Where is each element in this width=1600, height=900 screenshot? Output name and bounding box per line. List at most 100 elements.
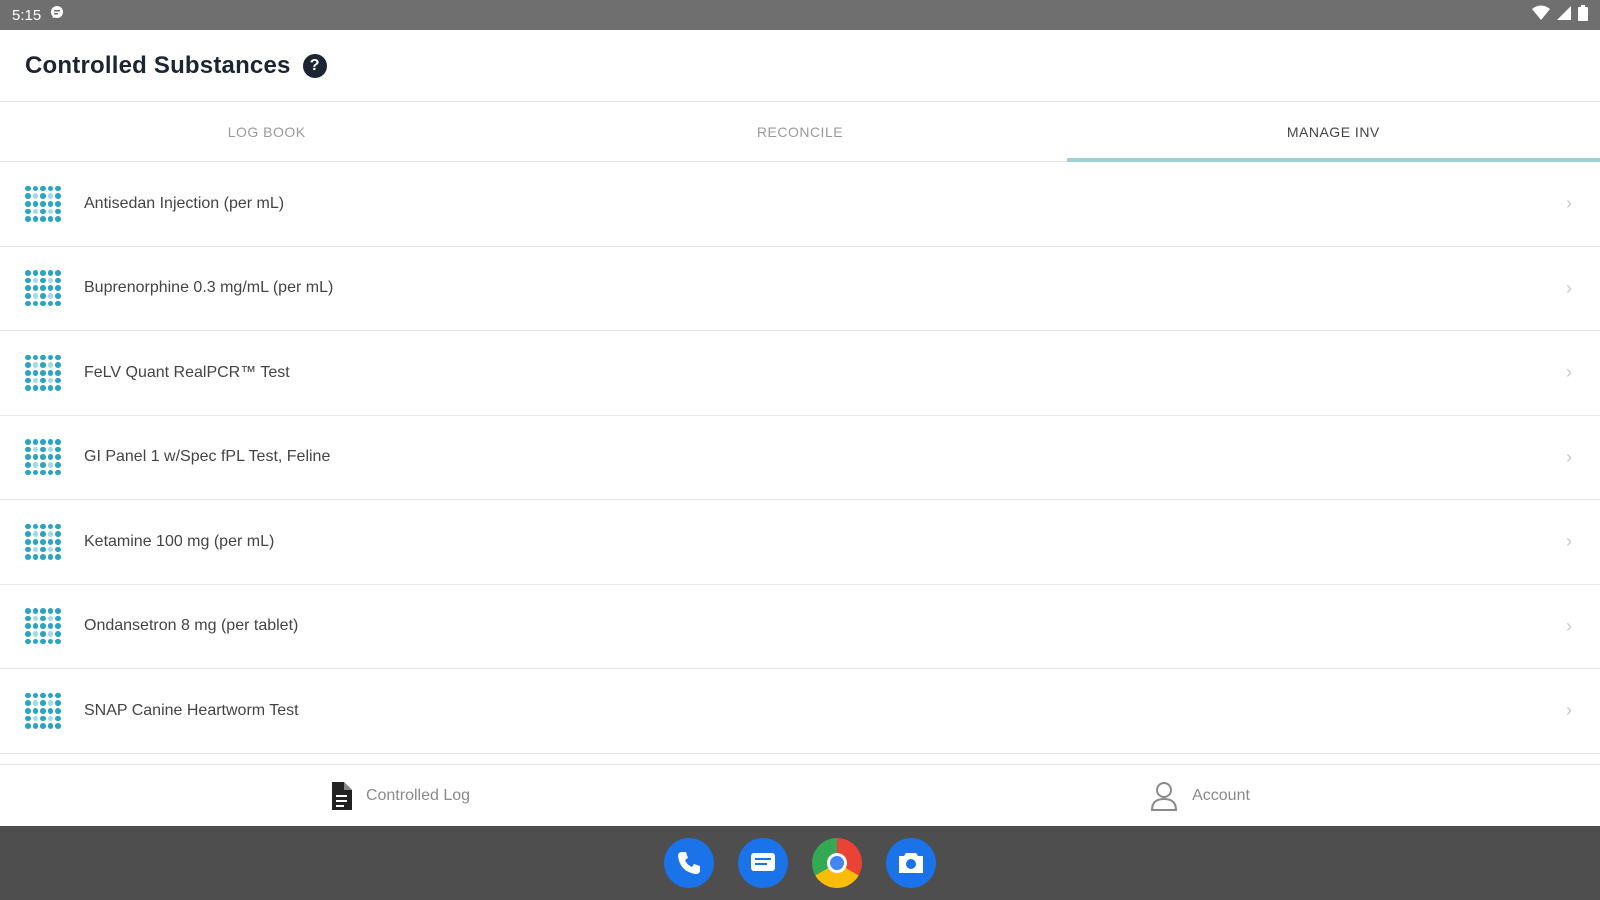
grid-dot: [55, 208, 61, 215]
grid-dot: [25, 193, 31, 199]
grid-dot: [25, 615, 31, 622]
system-dock: [0, 826, 1600, 900]
grid-dot: [47, 369, 54, 376]
grid-dot: [55, 185, 61, 192]
grid-dot: [40, 216, 46, 222]
tab-bar: LOG BOOK RECONCILE MANAGE INV: [0, 102, 1600, 162]
grid-dot: [25, 546, 31, 553]
item-label: Ondansetron 8 mg (per tablet): [84, 617, 299, 635]
list-item[interactable]: Ondansetron 8 mg (per tablet) ›: [0, 585, 1600, 669]
list-item[interactable]: FeLV Quant RealPCR™ Test ›: [0, 331, 1600, 416]
chrome-icon[interactable]: [812, 838, 862, 888]
grid-dot: [25, 715, 31, 722]
grid-dot: [32, 462, 39, 468]
chevron-right-icon: ›: [1566, 446, 1572, 467]
list-item[interactable]: GI Panel 1 w/Spec fPL Test, Feline ›: [0, 416, 1600, 500]
list-item[interactable]: Ketamine 100 mg (per mL) ›: [0, 500, 1600, 585]
item-label: Buprenorphine 0.3 mg/mL (per mL): [84, 279, 334, 297]
grid-dot: [40, 285, 46, 292]
grid-dot: [25, 354, 31, 361]
app-header: Controlled Substances ?: [0, 30, 1600, 102]
grid-dot: [47, 193, 54, 199]
phone-icon[interactable]: [664, 838, 714, 888]
chevron-right-icon: ›: [1566, 615, 1572, 636]
grid-dot: [40, 193, 46, 199]
grid-dot: [55, 293, 61, 299]
grid-dot: [47, 446, 54, 453]
chevron-right-icon: ›: [1566, 277, 1572, 298]
product-grid-icon: [25, 692, 61, 729]
grid-dot: [25, 293, 31, 299]
chevron-right-icon: ›: [1566, 193, 1572, 214]
page-title: Controlled Substances: [25, 51, 291, 79]
grid-dot: [40, 700, 46, 706]
grid-dot: [55, 439, 61, 445]
grid-dot: [47, 208, 54, 215]
grid-dot: [47, 723, 54, 729]
grid-dot: [55, 692, 61, 699]
grid-dot: [47, 700, 54, 706]
item-label: FeLV Quant RealPCR™ Test: [84, 363, 290, 381]
grid-dot: [47, 200, 54, 207]
grid-dot: [55, 216, 61, 222]
grid-dot: [25, 277, 31, 284]
product-grid-icon: [25, 185, 61, 222]
grid-dot: [32, 469, 39, 476]
product-grid-icon: [25, 608, 61, 645]
grid-dot: [32, 538, 39, 545]
grid-dot: [25, 523, 31, 530]
grid-dot: [40, 446, 46, 453]
grid-dot: [40, 538, 46, 545]
grid-dot: [47, 462, 54, 468]
grid-dot: [55, 193, 61, 199]
battery-icon: [1578, 5, 1588, 25]
grid-dot: [40, 523, 46, 530]
grid-dot: [47, 538, 54, 545]
wifi-icon: [1532, 5, 1550, 25]
grid-dot: [47, 623, 54, 630]
grid-dot: [32, 608, 39, 614]
grid-dot: [40, 385, 46, 391]
camera-icon[interactable]: [886, 838, 936, 888]
grid-dot: [32, 208, 39, 215]
nav-account[interactable]: Account: [800, 765, 1600, 826]
tab-reconcile[interactable]: RECONCILE: [533, 102, 1066, 161]
grid-dot: [25, 462, 31, 468]
tab-log-book[interactable]: LOG BOOK: [0, 102, 533, 161]
grid-dot: [40, 185, 46, 192]
grid-dot: [25, 185, 31, 192]
grid-dot: [25, 377, 31, 384]
grid-dot: [55, 446, 61, 453]
grid-dot: [55, 362, 61, 368]
message-notification-icon: [49, 5, 65, 25]
grid-dot: [32, 554, 39, 560]
grid-dot: [55, 369, 61, 376]
grid-dot: [40, 546, 46, 553]
grid-dot: [25, 439, 31, 445]
grid-dot: [32, 293, 39, 299]
grid-dot: [55, 723, 61, 729]
nav-controlled-log-label: Controlled Log: [365, 786, 471, 804]
item-label: GI Panel 1 w/Spec fPL Test, Feline: [84, 448, 331, 466]
grid-dot: [32, 615, 39, 622]
tab-manage-inv[interactable]: MANAGE INV: [1066, 102, 1600, 162]
item-label: Ketamine 100 mg (per mL): [84, 532, 275, 550]
nav-controlled-log[interactable]: Controlled Log: [0, 765, 800, 826]
question-mark-icon[interactable]: ?: [302, 53, 327, 78]
grid-dot: [32, 300, 39, 307]
messages-icon[interactable]: [738, 838, 788, 888]
status-right: [1532, 5, 1588, 25]
chevron-right-icon: ›: [1566, 362, 1572, 383]
list-item[interactable]: Buprenorphine 0.3 mg/mL (per mL) ›: [0, 247, 1600, 331]
list-item[interactable]: Antisedan Injection (per mL) ›: [0, 162, 1600, 247]
chevron-right-icon: ›: [1566, 700, 1572, 721]
grid-dot: [32, 354, 39, 361]
grid-dot: [47, 638, 54, 645]
list-item[interactable]: SNAP Canine Heartworm Test ›: [0, 669, 1600, 754]
grid-dot: [32, 723, 39, 729]
grid-dot: [47, 270, 54, 276]
grid-dot: [25, 469, 31, 476]
grid-dot: [25, 446, 31, 453]
grid-dot: [32, 700, 39, 706]
grid-dot: [32, 715, 39, 722]
